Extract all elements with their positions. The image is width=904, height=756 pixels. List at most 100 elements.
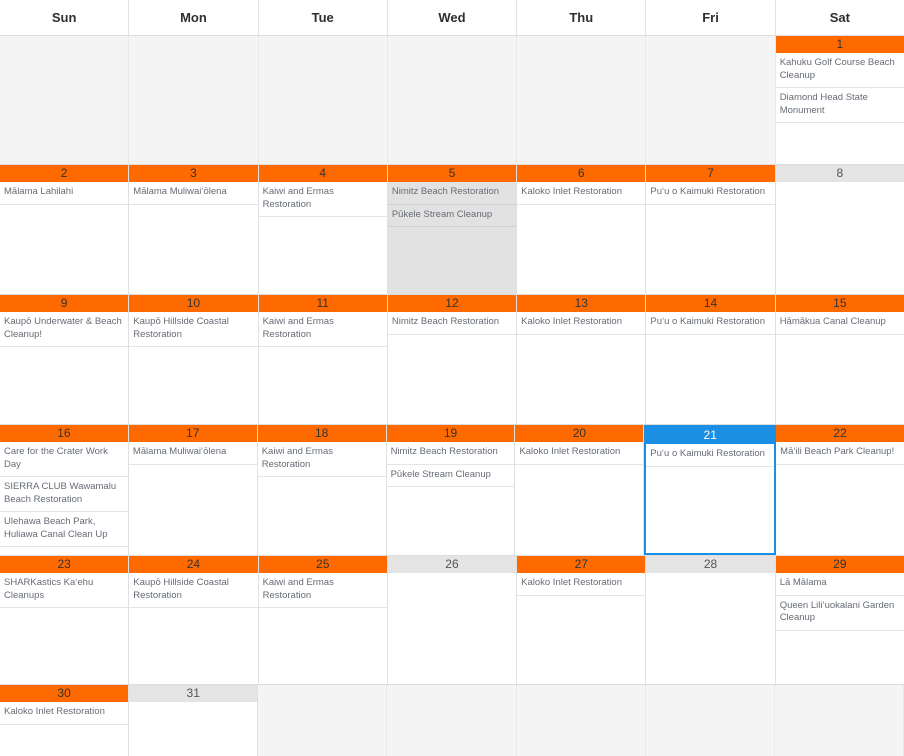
day-cell-5[interactable]: 5 Nimitz Beach Restoration Pūkele Stream C… [387,165,518,294]
day-number[interactable]: 28 [646,556,775,573]
day-cell-12[interactable]: 12 Nimitz Beach Restoration [387,295,518,424]
day-cell-9[interactable]: 9 Kaupō Underwater & Beach Cleanup! [0,295,130,424]
day-cell-17[interactable]: 17 Mālama Muliwaiʻōlena [128,425,258,555]
day-cell-21[interactable]: 21 Puʻu o Kaimuki Restoration [644,425,777,555]
event-item[interactable]: Ulehawa Beach Park, Huliawa Canal Clean … [0,512,128,548]
weekday-header-thu: Thu [517,0,647,35]
event-item[interactable]: Kaiwi and Ermas Restoration [258,573,387,609]
day-number[interactable]: 26 [387,556,517,573]
day-number[interactable]: 6 [517,165,646,182]
day-cell-27[interactable]: 27 Kaloko Inlet Restoration [517,556,647,684]
day-cell-7[interactable]: 7 Puʻu o Kaimuki Restoration [646,165,776,294]
day-cell-10[interactable]: 10 Kaupō Hillside Coastal Restoration [129,295,259,424]
day-cell-14[interactable]: 14 Puʻu o Kaimuki Restoration [646,295,776,424]
day-number[interactable]: 27 [517,556,646,573]
day-cell-30[interactable]: 30 Kaloko Inlet Restoration [0,685,130,756]
event-item[interactable]: Kaiwi and Ermas Restoration [258,182,387,218]
day-cell-24[interactable]: 24 Kaupō Hillside Coastal Restoration [129,556,259,684]
day-cell-empty [387,36,518,164]
event-item[interactable]: Mālama Muliwaiʻōlena [129,182,258,205]
day-cell-15[interactable]: 15 Hāmākua Canal Cleanup [775,295,904,424]
day-cell-6[interactable]: 6 Kaloko Inlet Restoration [517,165,647,294]
day-cell-1[interactable]: 1 Kahuku Golf Course Beach Cleanup Diamond… [775,36,904,164]
event-item[interactable]: Kaupō Hillside Coastal Restoration [129,312,258,348]
event-item[interactable]: Puʻu o Kaimuki Restoration [646,312,775,335]
event-item[interactable]: Kaloko Inlet Restoration [515,442,644,465]
weekday-header-sun: Sun [0,0,130,35]
event-item[interactable]: Kaloko Inlet Restoration [517,312,646,335]
day-cell-25[interactable]: 25 Kaiwi and Ermas Restoration [258,556,388,684]
day-cell-28[interactable]: 28 [646,556,776,684]
day-cell-18[interactable]: 18 Kaiwi and Ermas Restoration [257,425,387,555]
day-number[interactable]: 10 [129,295,258,312]
day-number[interactable]: 21 [646,427,775,444]
day-number[interactable]: 19 [386,425,515,442]
day-number[interactable]: 13 [517,295,646,312]
day-cell-20[interactable]: 20 Kaloko Inlet Restoration [515,425,645,555]
day-number[interactable]: 2 [0,165,129,182]
event-item[interactable]: Pūkele Stream Cleanup [386,465,515,488]
day-number[interactable]: 7 [646,165,775,182]
day-number[interactable]: 23 [0,556,129,573]
day-number[interactable]: 14 [646,295,775,312]
event-item[interactable]: Queen Liliʻuokalani Garden Cleanup [775,596,904,631]
day-number[interactable]: 8 [775,165,904,182]
day-cell-empty [0,36,130,164]
event-item[interactable]: Nimitz Beach Restoration [387,312,517,335]
day-cell-8[interactable]: 8 [775,165,904,294]
event-item[interactable]: Hāmākua Canal Cleanup [775,312,904,335]
day-cell-31[interactable]: 31 [129,685,259,756]
day-cell-2[interactable]: 2 Mālama Lahilahi [0,165,130,294]
day-number[interactable]: 17 [128,425,257,442]
day-cell-22[interactable]: 22 Māʻili Beach Park Cleanup! [776,425,904,555]
day-cell-11[interactable]: 11 Kaiwi and Ermas Restoration [258,295,388,424]
day-number[interactable]: 3 [129,165,258,182]
day-number[interactable]: 31 [129,685,258,702]
day-cell-23[interactable]: 23 SHARKastics Kaʻehu Cleanups [0,556,130,684]
day-number[interactable]: 12 [387,295,517,312]
event-item[interactable]: Puʻu o Kaimuki Restoration [646,444,775,467]
event-item[interactable]: Mālama Muliwaiʻōlena [128,442,257,465]
day-number[interactable]: 18 [257,425,386,442]
event-item[interactable]: Kaupō Hillside Coastal Restoration [129,573,258,609]
day-number[interactable]: 25 [258,556,387,573]
day-events: Puʻu o Kaimuki Restoration [646,444,775,553]
day-number[interactable]: 9 [0,295,129,312]
day-number[interactable]: 20 [515,425,644,442]
day-cell-3[interactable]: 3 Mālama Muliwaiʻōlena [129,165,259,294]
event-item[interactable]: Kaloko Inlet Restoration [517,573,646,596]
day-cell-29[interactable]: 29 Lā Mālama Queen Liliʻuokalani Garden Cl… [775,556,904,684]
event-item[interactable]: Kaupō Underwater & Beach Cleanup! [0,312,129,348]
event-item[interactable]: Kaloko Inlet Restoration [517,182,646,205]
day-number[interactable]: 30 [0,685,129,702]
event-item[interactable]: Kaiwi and Ermas Restoration [258,312,387,348]
day-number[interactable]: 22 [776,425,904,442]
event-item[interactable]: SHARKastics Kaʻehu Cleanups [0,573,129,609]
event-item[interactable]: Nimitz Beach Restoration [386,442,515,465]
event-item[interactable]: Kaloko Inlet Restoration [0,702,129,725]
day-number[interactable]: 1 [775,36,904,53]
day-number[interactable]: 5 [387,165,517,182]
day-number[interactable]: 4 [258,165,387,182]
day-number[interactable]: 15 [775,295,904,312]
event-item[interactable]: Kahuku Golf Course Beach Cleanup [775,53,904,89]
event-item[interactable]: SIERRA CLUB Wawamalu Beach Restoration [0,477,128,513]
day-number[interactable]: 11 [258,295,387,312]
day-cell-16[interactable]: 16 Care for the Crater Work Day SIERRA CLU… [0,425,129,555]
day-number[interactable]: 29 [775,556,904,573]
event-item[interactable]: Māʻili Beach Park Cleanup! [776,442,904,465]
day-cell-19[interactable]: 19 Nimitz Beach Restoration Pūkele Stream … [386,425,516,555]
event-item[interactable]: Kaiwi and Ermas Restoration [257,442,386,478]
day-number[interactable]: 24 [129,556,258,573]
event-item[interactable]: Puʻu o Kaimuki Restoration [646,182,775,205]
event-item[interactable]: Nimitz Beach Restoration [387,182,517,205]
event-item[interactable]: Pūkele Stream Cleanup [387,205,517,228]
day-cell-13[interactable]: 13 Kaloko Inlet Restoration [517,295,647,424]
day-cell-26[interactable]: 26 [387,556,518,684]
event-item[interactable]: Lā Mālama [775,573,904,596]
day-cell-4[interactable]: 4 Kaiwi and Ermas Restoration [258,165,388,294]
event-item[interactable]: Care for the Crater Work Day [0,442,128,478]
event-item[interactable]: Mālama Lahilahi [0,182,129,205]
day-number[interactable]: 16 [0,425,128,442]
event-item[interactable]: Diamond Head State Monument [775,88,904,124]
